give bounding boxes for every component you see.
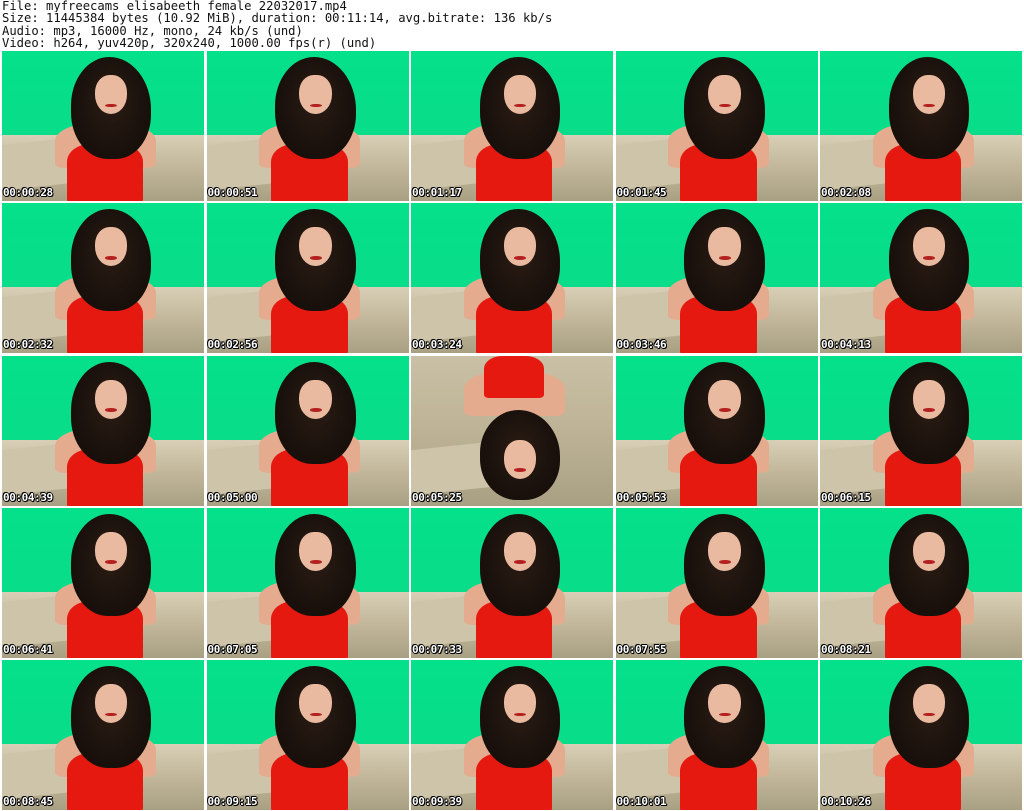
video-thumbnail: 00:08:45 [2,660,204,810]
thumbnail-timestamp: 00:07:05 [207,642,258,656]
video-thumbnail: 00:04:39 [2,355,204,506]
thumbnail-timestamp: 00:06:41 [3,642,53,656]
thumbnail-face [299,379,332,419]
thumbnail-face [503,75,537,114]
thumbnail-timestamp: 00:09:15 [207,795,258,808]
video-thumbnail: 00:10:26 [820,660,1022,810]
thumbnail-lips [309,255,322,260]
thumbnail-timestamp: 00:04:13 [821,338,871,352]
thumbnail-grid: 00:00:28 00:00:51 00:01:17 00:01:45 00:02:08… [2,51,1022,810]
thumbnail-face [708,684,741,723]
video-thumbnail: 00:00:28 [2,51,204,201]
thumbnail-timestamp: 00:07:55 [616,642,667,656]
thumbnail-timestamp: 00:09:39 [412,795,462,808]
thumbnail-timestamp: 00:08:21 [821,642,871,656]
thumbnail-lips [718,255,731,260]
thumbnail-lips [718,103,731,108]
thumbnail-timestamp: 00:05:00 [207,490,258,504]
thumbnail-face [912,684,946,723]
video-thumbnail: 00:08:21 [820,507,1022,658]
video-thumbnail: 00:07:55 [615,507,818,658]
thumbnail-face [912,379,946,419]
video-thumbnail: 00:00:51 [206,51,409,201]
thumbnail-timestamp: 00:01:45 [616,186,667,199]
video-thumbnail: 00:09:15 [206,660,409,810]
thumbnail-timestamp: 00:02:56 [207,338,258,352]
thumbnail-lips [309,408,322,412]
thumbnail-face [299,227,332,267]
thumbnail-face [299,531,332,571]
thumbnail-timestamp: 00:01:17 [412,186,462,199]
thumbnail-timestamp: 00:00:28 [3,186,53,199]
thumbnail-face [94,531,128,571]
thumbnail-face [708,227,741,267]
thumbnail-timestamp: 00:07:33 [412,642,462,656]
video-thumbnail: 00:01:45 [615,51,818,201]
thumbnail-timestamp: 00:04:39 [3,490,53,504]
thumbnail-timestamp: 00:06:15 [821,490,871,504]
thumbnail-lips [514,468,527,472]
video-thumbnail: 00:07:33 [411,507,613,658]
thumbnail-lips [105,255,118,260]
thumbnail-lips [923,560,936,564]
thumbnail-timestamp: 00:05:53 [616,490,667,504]
thumbnail-timestamp: 00:03:24 [412,338,462,352]
thumbnail-dress [483,355,545,398]
thumbnail-lips [718,408,731,412]
thumbnail-timestamp: 00:03:46 [616,338,667,352]
thumbnail-face [94,75,128,114]
thumbnail-lips [923,408,936,412]
thumbnail-lips [105,560,118,564]
thumbnail-lips [514,560,527,564]
thumbnail-timestamp: 00:02:08 [821,186,871,199]
thumbnail-lips [718,560,731,564]
thumbnail-face [94,379,128,419]
thumbnail-lips [514,255,527,260]
video-thumbnail: 00:06:15 [820,355,1022,506]
video-info-line: Video: h264, yuv420p, 320x240, 1000.00 f… [2,37,377,50]
video-thumbnail: 00:02:56 [206,203,409,354]
size-duration-line: Size: 11445384 bytes (10.92 MiB), durati… [2,12,553,25]
thumbnail-lips [923,255,936,260]
thumbnail-lips [309,560,322,564]
thumbnail-lips [105,408,118,412]
thumbnail-face [912,75,946,114]
thumbnail-timestamp: 00:00:51 [207,186,258,199]
video-thumbnail: 00:02:32 [2,203,204,354]
thumbnail-face [94,684,128,723]
thumbnail-face [708,531,741,571]
video-thumbnail: 00:05:25 [411,355,613,506]
thumbnail-timestamp: 00:10:26 [821,795,871,808]
file-name-line: File: myfreecams_elisabeeth_female_22032… [2,0,347,13]
thumbnail-face [503,439,537,479]
thumbnail-face [503,531,537,571]
video-thumbnail: 00:02:08 [820,51,1022,201]
video-thumbnail: 00:05:53 [615,355,818,506]
thumbnail-face [912,531,946,571]
thumbnail-face [299,75,332,114]
thumbnail-face [503,684,537,723]
thumbnail-timestamp: 00:08:45 [3,795,53,808]
thumbnail-face [299,684,332,723]
thumbnail-lips [718,712,731,717]
thumbnail-lips [309,103,322,108]
thumbnail-lips [309,712,322,717]
audio-info-line: Audio: mp3, 16000 Hz, mono, 24 kb/s (und… [2,24,303,38]
video-thumbnail: 00:06:41 [2,507,204,658]
thumbnail-timestamp: 00:05:25 [412,490,462,504]
video-thumbnail: 00:04:13 [820,203,1022,354]
thumbnail-face [708,75,741,114]
video-thumbnail: 00:03:46 [615,203,818,354]
video-thumbnail: 00:03:24 [411,203,613,354]
thumbnail-face [708,379,741,419]
file-info-header: File: myfreecams_elisabeeth_female_22032… [2,0,1022,50]
video-thumbnail: 00:10:01 [615,660,818,810]
video-thumbnail: 00:05:00 [206,355,409,506]
thumbnail-timestamp: 00:10:01 [616,795,667,808]
video-thumbnail: 00:09:39 [411,660,613,810]
video-thumbnail: 00:07:05 [206,507,409,658]
video-thumbnail: 00:01:17 [411,51,613,201]
thumbnail-timestamp: 00:02:32 [3,338,53,352]
